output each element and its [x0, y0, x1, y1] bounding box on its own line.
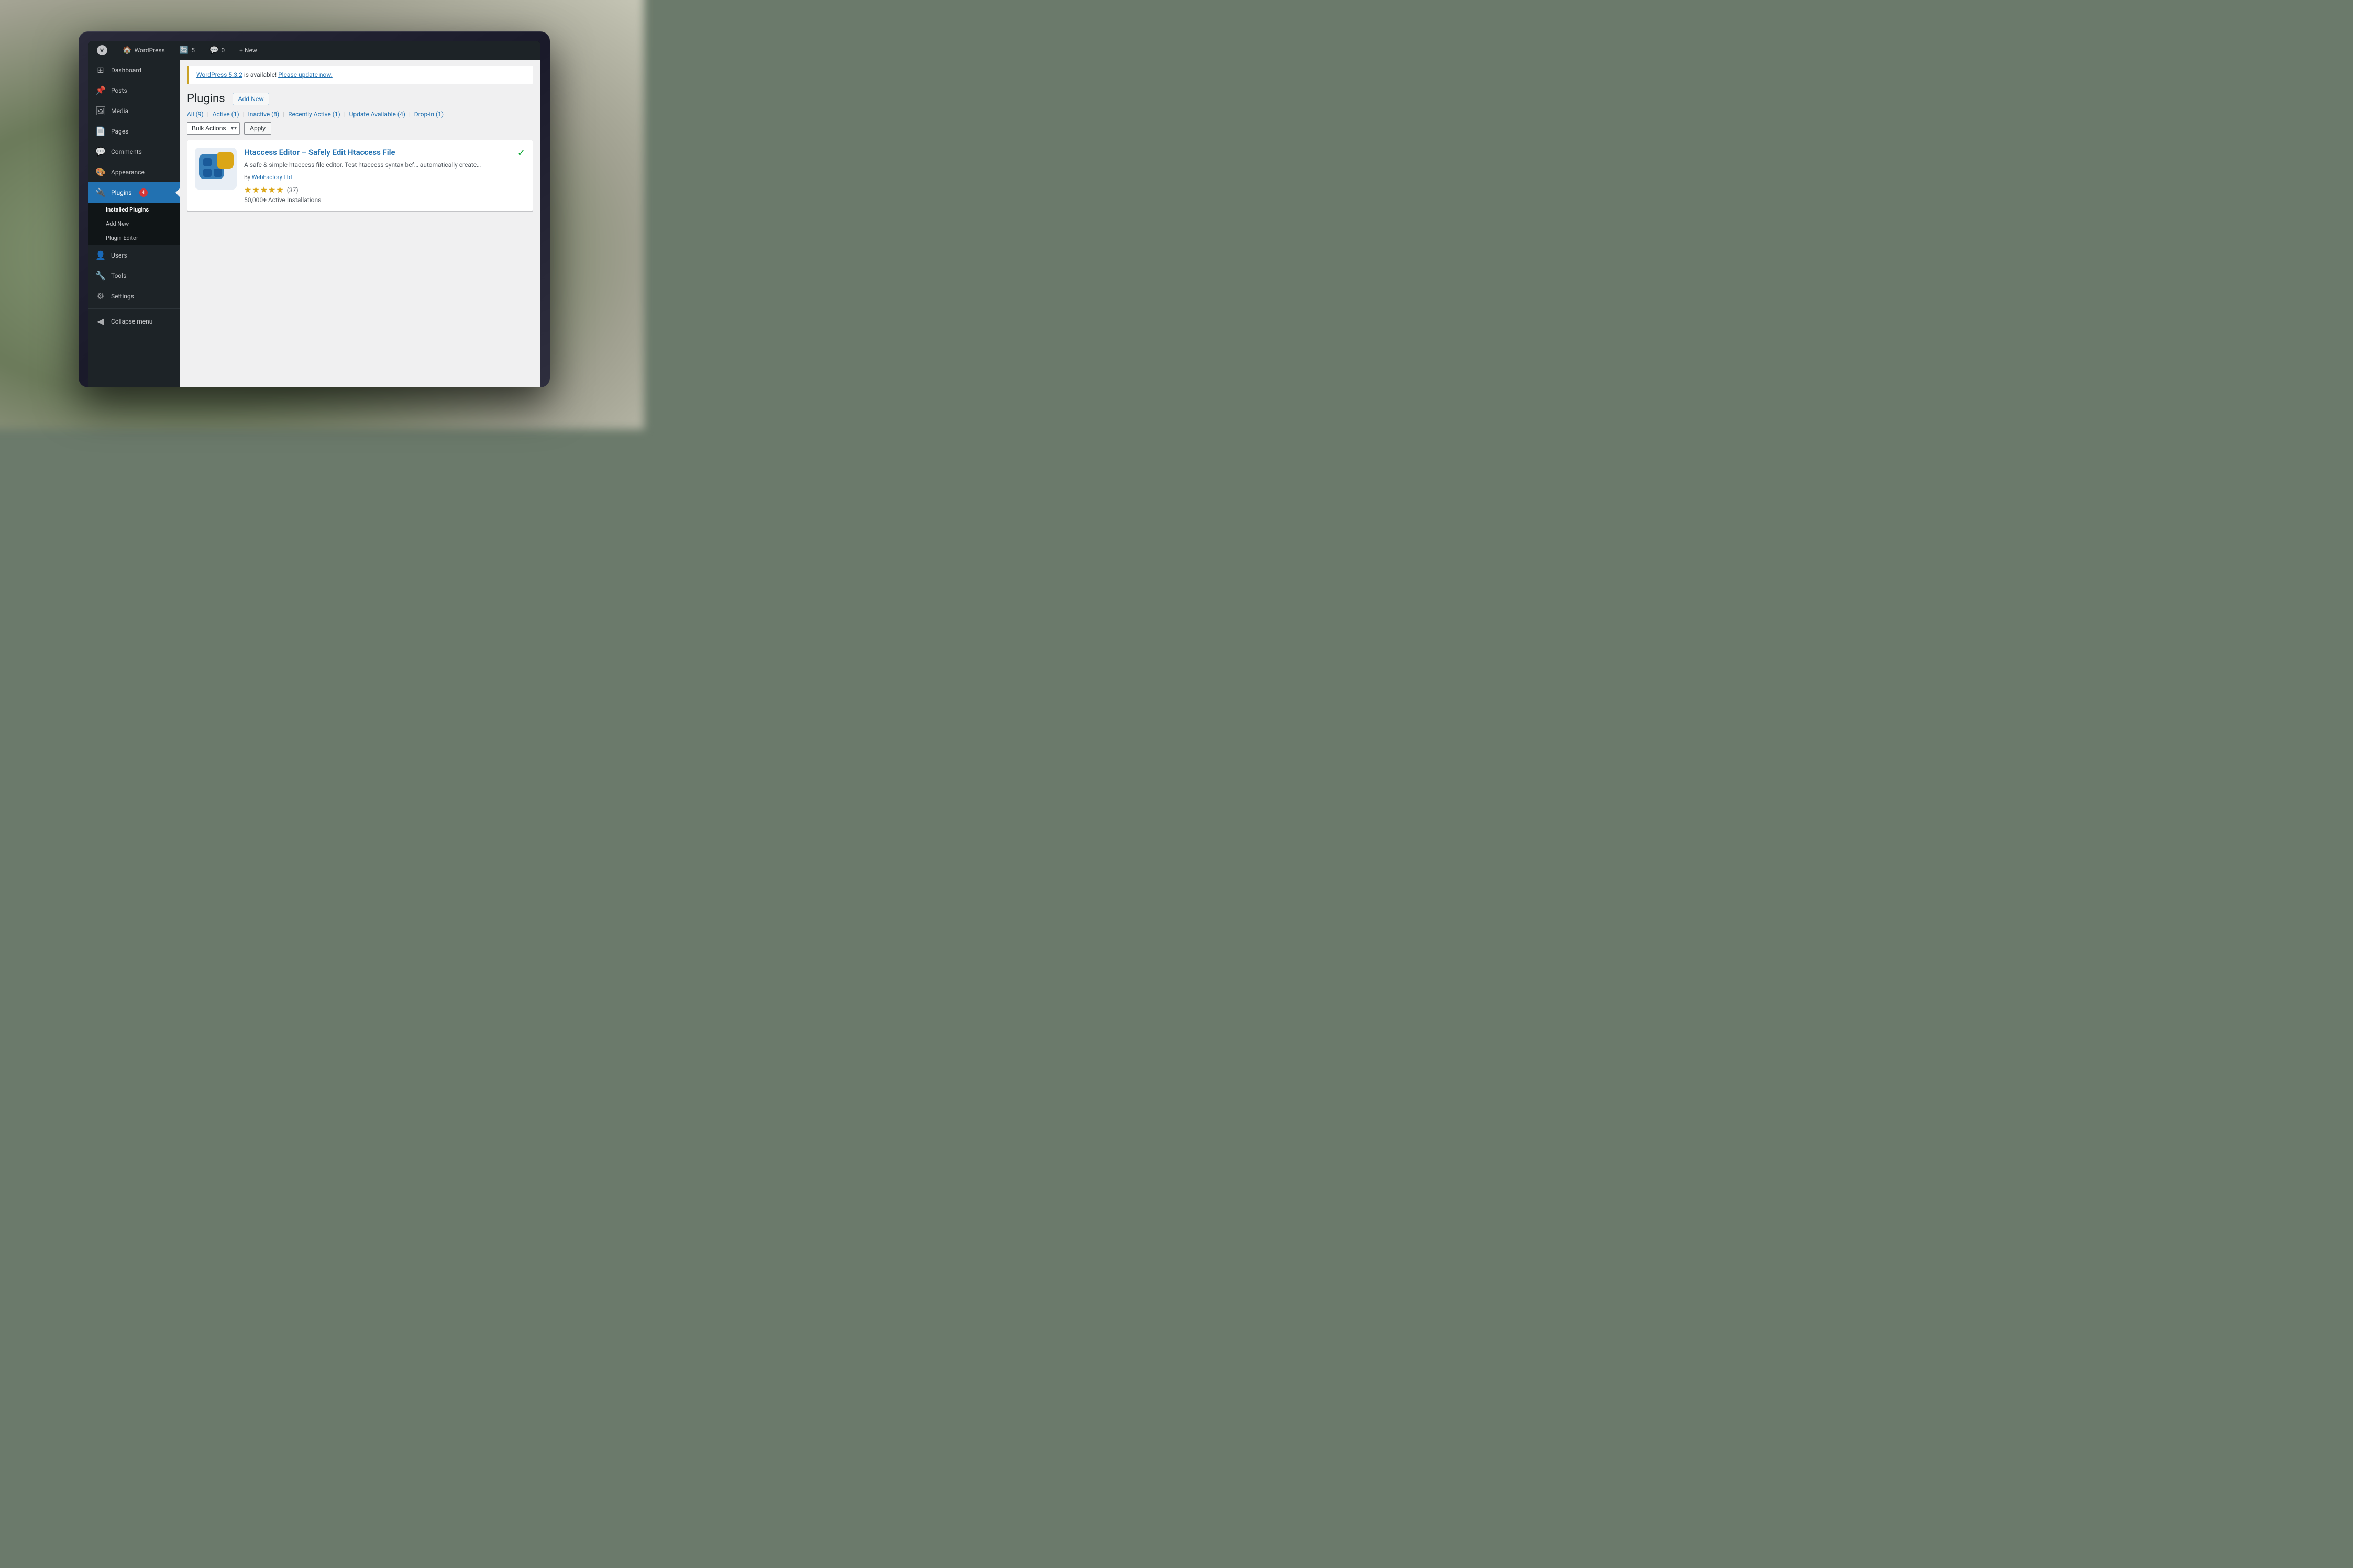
sidebar-item-settings[interactable]: ⚙ Settings	[88, 286, 180, 306]
sidebar-item-dashboard-label: Dashboard	[111, 66, 141, 74]
sidebar-sep	[88, 308, 180, 309]
bulk-select-wrapper: Bulk Actions Activate Deactivate Delete …	[187, 122, 240, 135]
plugin-active-checkmark: ✓	[517, 148, 525, 159]
page-header: Plugins Add New	[180, 84, 540, 110]
dashboard-icon: ⊞	[95, 65, 106, 75]
submenu-installed-plugins[interactable]: Installed Plugins	[88, 203, 180, 217]
submenu-add-new[interactable]: Add New	[88, 217, 180, 231]
admin-bar-site-name: WordPress	[134, 47, 164, 54]
posts-icon: 📌	[95, 85, 106, 95]
wp-logo-icon	[96, 45, 108, 56]
star-1: ★	[244, 185, 251, 195]
users-icon: 👤	[95, 250, 106, 260]
submenu-plugin-editor[interactable]: Plugin Editor	[88, 231, 180, 245]
filter-tab-recently-active[interactable]: Recently Active (1)	[288, 110, 340, 118]
admin-bar-new[interactable]: + New	[236, 41, 260, 60]
comments-icon: 💬	[209, 46, 218, 54]
plugins-submenu: Installed Plugins Add New Plugin Editor	[88, 203, 180, 245]
admin-bar-comments-count: 0	[221, 47, 225, 54]
plugin-name[interactable]: Htaccess Editor – Safely Edit Htaccess F…	[244, 148, 510, 157]
admin-bar: 🏠 WordPress 🔄 5 💬 0 + New	[88, 41, 540, 60]
sidebar-item-settings-label: Settings	[111, 293, 134, 300]
filter-tabs: All (9) | Active (1) | Inactive (8) | Re…	[180, 110, 540, 122]
plugin-installs: 50,000+ Active Installations	[244, 196, 510, 204]
plugin-description: A safe & simple htaccess file editor. Te…	[244, 160, 510, 170]
sidebar-item-comments-label: Comments	[111, 148, 142, 155]
appearance-icon: 🎨	[95, 167, 106, 177]
plugins-arrow	[175, 188, 180, 197]
plugin-rating: ★ ★ ★ ★ ★ (37)	[244, 185, 510, 195]
settings-icon: ⚙	[95, 291, 106, 301]
star-2: ★	[252, 185, 259, 195]
sidebar-item-pages[interactable]: 📄 Pages	[88, 121, 180, 141]
admin-bar-updates[interactable]: 🔄 5	[176, 41, 198, 60]
update-now-link[interactable]: Please update now.	[278, 71, 333, 79]
sidebar-item-collapse[interactable]: ◀ Collapse menu	[88, 311, 180, 331]
plugin-author: By WebFactory Ltd	[244, 174, 510, 181]
tools-icon: 🔧	[95, 271, 106, 281]
table-row: Htaccess Editor – Safely Edit Htaccess F…	[187, 140, 533, 212]
apply-button[interactable]: Apply	[244, 122, 271, 135]
bulk-actions-bar: Bulk Actions Activate Deactivate Delete …	[180, 122, 540, 140]
sidebar-item-posts[interactable]: 📌 Posts	[88, 80, 180, 101]
updates-icon: 🔄	[180, 46, 189, 54]
sidebar-item-users-label: Users	[111, 252, 127, 259]
add-new-button[interactable]: Add New	[233, 93, 270, 105]
plugin-author-link[interactable]: WebFactory Ltd	[252, 174, 292, 181]
sidebar-item-media-label: Media	[111, 107, 128, 115]
wp-logo-item[interactable]	[93, 41, 111, 60]
page-title: Plugins	[187, 92, 225, 105]
rating-count: (37)	[287, 186, 299, 194]
star-5: ★	[276, 185, 283, 195]
update-version-link[interactable]: WordPress 5.3.2	[196, 71, 242, 79]
sidebar-item-media[interactable]: 🖼 Media	[88, 101, 180, 121]
wp-sidebar: ⊞ Dashboard 📌 Posts 🖼 Media 📄 Pages	[88, 60, 180, 387]
sidebar-item-appearance-label: Appearance	[111, 169, 145, 176]
star-4: ★	[268, 185, 275, 195]
plugin-stars: ★ ★ ★ ★ ★	[244, 185, 284, 195]
laptop-frame: 🏠 WordPress 🔄 5 💬 0 + New	[79, 31, 550, 387]
sidebar-item-appearance[interactable]: 🎨 Appearance	[88, 162, 180, 182]
sidebar-item-tools[interactable]: 🔧 Tools	[88, 265, 180, 286]
sidebar-item-dashboard[interactable]: ⊞ Dashboard	[88, 60, 180, 80]
wp-main: ⊞ Dashboard 📌 Posts 🖼 Media 📄 Pages	[88, 60, 540, 387]
sidebar-item-comments[interactable]: 💬 Comments	[88, 141, 180, 162]
filter-tab-update-available[interactable]: Update Available (4)	[349, 110, 405, 118]
sidebar-item-users[interactable]: 👤 Users	[88, 245, 180, 265]
filter-tab-active[interactable]: Active (1)	[213, 110, 239, 118]
plugin-info: Htaccess Editor – Safely Edit Htaccess F…	[244, 148, 510, 204]
wp-interface: 🏠 WordPress 🔄 5 💬 0 + New	[88, 41, 540, 387]
admin-bar-site[interactable]: 🏠 WordPress	[119, 41, 168, 60]
filter-tab-all[interactable]: All (9)	[187, 110, 204, 118]
filter-tab-drop-in[interactable]: Drop-in (1)	[414, 110, 444, 118]
sidebar-item-posts-label: Posts	[111, 87, 127, 94]
update-notice: WordPress 5.3.2 is available! Please upd…	[187, 66, 533, 84]
admin-bar-comments[interactable]: 💬 0	[206, 41, 228, 60]
plugins-icon: 🔌	[95, 187, 106, 197]
sidebar-item-plugins-label: Plugins	[111, 189, 132, 196]
comments-menu-icon: 💬	[95, 147, 106, 157]
sidebar-item-tools-label: Tools	[111, 272, 126, 280]
star-3: ★	[260, 185, 268, 195]
sidebar-item-plugins[interactable]: 🔌 Plugins 4	[88, 182, 180, 203]
wp-content: WordPress 5.3.2 is available! Please upd…	[180, 60, 540, 387]
plugin-icon	[195, 148, 237, 190]
pages-icon: 📄	[95, 126, 106, 136]
sidebar-item-pages-label: Pages	[111, 128, 128, 135]
media-icon: 🖼	[95, 106, 106, 116]
update-notice-message: is available!	[244, 71, 278, 79]
home-icon: 🏠	[123, 46, 131, 54]
bulk-actions-select[interactable]: Bulk Actions Activate Deactivate Delete	[187, 122, 240, 135]
screen-bezel: 🏠 WordPress 🔄 5 💬 0 + New	[88, 41, 540, 387]
admin-bar-new-label: + New	[239, 47, 257, 54]
sidebar-item-collapse-label: Collapse menu	[111, 318, 152, 325]
plugin-list: Htaccess Editor – Safely Edit Htaccess F…	[180, 140, 540, 216]
admin-bar-updates-count: 5	[191, 47, 195, 54]
filter-tab-inactive[interactable]: Inactive (8)	[248, 110, 280, 118]
collapse-icon: ◀	[95, 316, 106, 326]
plugins-badge: 4	[139, 188, 148, 197]
htaccess-editor-icon	[195, 148, 237, 190]
